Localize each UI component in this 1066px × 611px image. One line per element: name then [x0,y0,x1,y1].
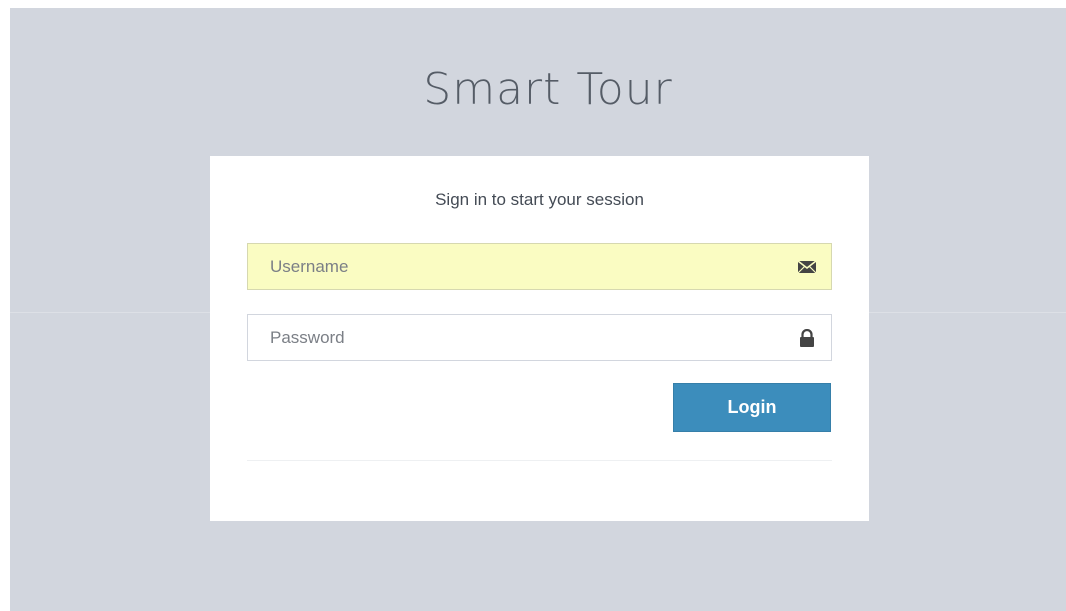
card-divider [247,460,832,461]
login-button[interactable]: Login [673,383,831,432]
envelope-icon [797,260,817,274]
login-page: Smart Tour Sign in to start your session… [10,8,1066,611]
username-field[interactable] [247,243,832,290]
password-field[interactable] [247,314,832,361]
lock-icon [800,329,814,347]
username-input[interactable] [248,244,831,289]
login-card: Sign in to start your session Login [210,156,869,521]
app-title: Smart Tour [423,64,673,115]
password-input[interactable] [248,315,831,360]
login-message: Sign in to start your session [435,190,644,209]
